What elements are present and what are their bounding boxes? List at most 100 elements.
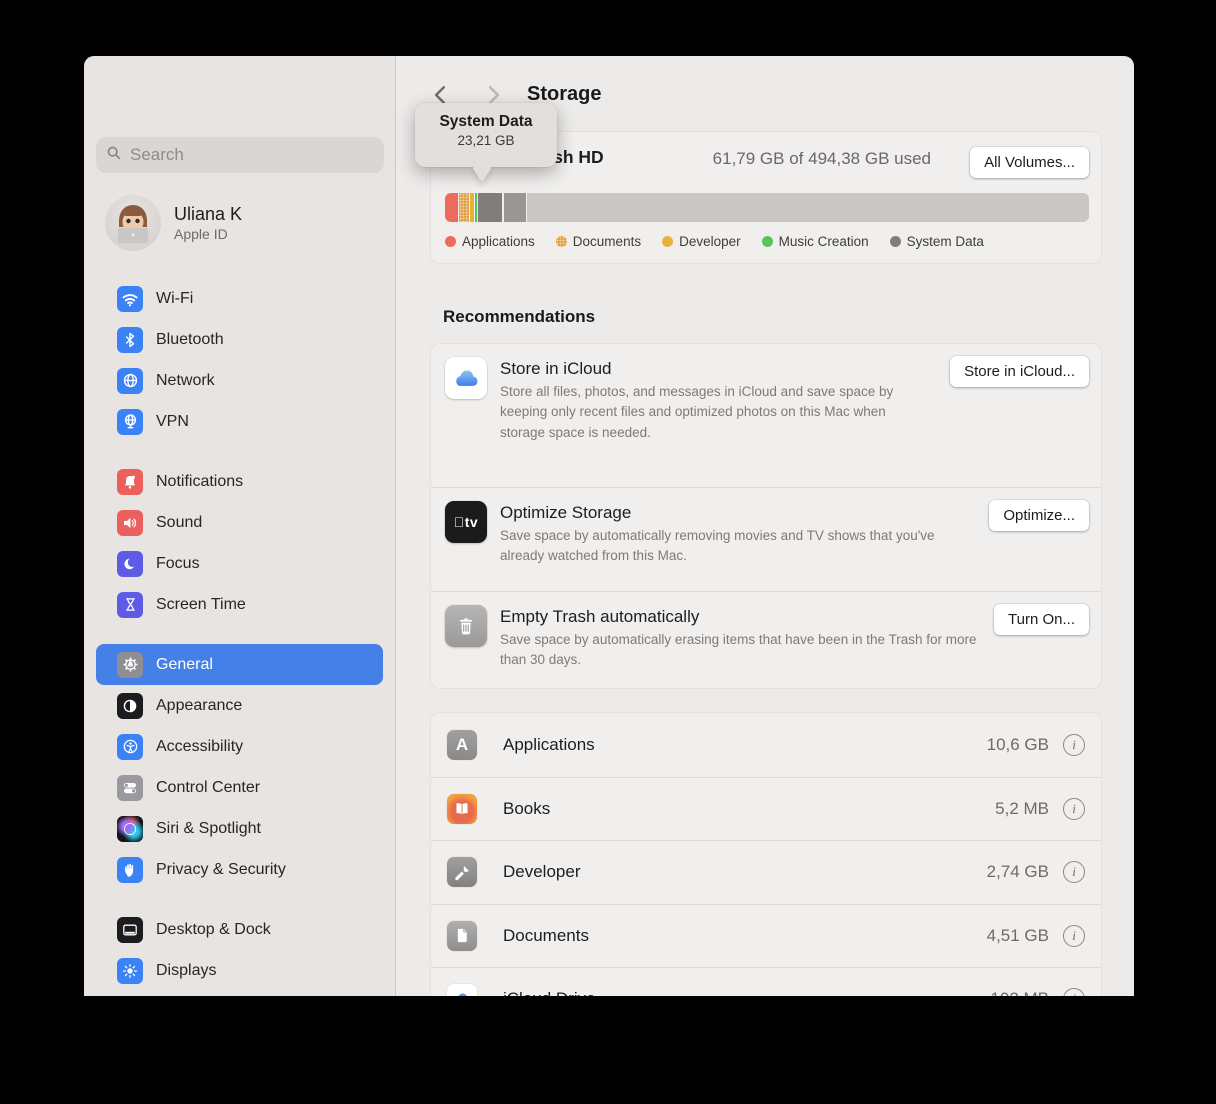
- optimize-button[interactable]: Optimize...: [989, 500, 1089, 531]
- legend-label: Developer: [679, 234, 741, 249]
- sidebar-item-label: Notifications: [156, 473, 243, 491]
- globe-icon: [117, 368, 143, 394]
- sidebar-item-network[interactable]: Network: [96, 360, 383, 401]
- legend-item: Developer: [662, 234, 741, 249]
- storage-segment-applications[interactable]: [445, 193, 458, 222]
- all-volumes-button[interactable]: All Volumes...: [970, 147, 1089, 178]
- sidebar-item-general[interactable]: General: [96, 644, 383, 685]
- sidebar-item-label: Screen Time: [156, 596, 246, 614]
- usage-summary: 61,79 GB of 494,38 GB used: [713, 149, 931, 169]
- app-store-icon: A: [447, 730, 477, 760]
- storage-segment-other[interactable]: [504, 193, 526, 222]
- legend-dot-applications: [445, 236, 456, 247]
- category-label: iCloud Drive: [503, 989, 596, 996]
- storage-segment-music-creation[interactable]: [475, 193, 477, 222]
- category-row-developer[interactable]: Developer 2,74 GB i: [431, 840, 1101, 904]
- category-size: 4,51 GB: [987, 926, 1049, 946]
- category-row-documents[interactable]: Documents 4,51 GB i: [431, 904, 1101, 968]
- search-field[interactable]: [96, 137, 384, 173]
- category-label: Documents: [503, 926, 589, 946]
- sidebar-item-appearance[interactable]: Appearance: [96, 685, 383, 726]
- sidebar-item-label: General: [156, 656, 213, 674]
- user-subtitle: Apple ID: [174, 225, 242, 243]
- recommendation-description: Save space by automatically removing mov…: [500, 526, 945, 567]
- category-label: Applications: [503, 735, 595, 755]
- brightness-icon: [117, 958, 143, 984]
- user-name: Uliana K: [174, 203, 242, 225]
- category-size: 5,2 MB: [995, 799, 1049, 819]
- legend-item: Music Creation: [762, 234, 869, 249]
- store-in-icloud-button[interactable]: Store in iCloud...: [950, 356, 1089, 387]
- hand-icon: [117, 857, 143, 883]
- sidebar-item-label: Accessibility: [156, 738, 243, 756]
- search-input[interactable]: [128, 144, 374, 166]
- legend-dot-music-creation: [762, 236, 773, 247]
- legend-item: Documents: [556, 234, 641, 249]
- sidebar-item-accessibility[interactable]: Accessibility: [96, 726, 383, 767]
- trash-icon: [445, 605, 487, 647]
- apple-id-row[interactable]: Uliana K Apple ID: [105, 195, 242, 251]
- vpn-globe-icon: [117, 409, 143, 435]
- storage-segment-free[interactable]: [527, 193, 1089, 222]
- sidebar-item-label: Bluetooth: [156, 331, 224, 349]
- category-row-icloud-drive[interactable]: iCloud Drive 102 MB i: [431, 967, 1101, 996]
- legend-item: Applications: [445, 234, 535, 249]
- desktop-background: Uliana K Apple ID Wi-Fi Bluetooth: [0, 0, 1216, 1104]
- legend-label: Applications: [462, 234, 535, 249]
- sidebar-item-displays[interactable]: Displays: [96, 950, 383, 991]
- sidebar-item-label: Focus: [156, 555, 200, 573]
- category-label: Books: [503, 799, 550, 819]
- info-button[interactable]: i: [1063, 861, 1085, 883]
- sidebar-item-label: VPN: [156, 413, 189, 431]
- tooltip-title: System Data: [415, 113, 557, 131]
- categories-card: A Applications 10,6 GB i Books 5,2 MB i …: [430, 712, 1102, 996]
- search-icon: [106, 145, 122, 166]
- books-icon: [447, 794, 477, 824]
- control-center-icon: [117, 775, 143, 801]
- sidebar-item-siri-spotlight[interactable]: Siri & Spotlight: [96, 808, 383, 849]
- gear-icon: [117, 652, 143, 678]
- legend-label: System Data: [907, 234, 984, 249]
- info-button[interactable]: i: [1063, 988, 1085, 996]
- accessibility-icon: [117, 734, 143, 760]
- category-row-books[interactable]: Books 5,2 MB i: [431, 777, 1101, 841]
- appearance-icon: [117, 693, 143, 719]
- sidebar-item-focus[interactable]: Focus: [96, 543, 383, 584]
- sidebar-item-sound[interactable]: Sound: [96, 502, 383, 543]
- wifi-icon: [117, 286, 143, 312]
- sidebar-item-privacy-security[interactable]: Privacy & Security: [96, 849, 383, 890]
- legend-dot-developer: [662, 236, 673, 247]
- sidebar-item-vpn[interactable]: VPN: [96, 401, 383, 442]
- sidebar-item-label: Sound: [156, 514, 202, 532]
- sidebar-item-desktop-dock[interactable]: Desktop & Dock: [96, 909, 383, 950]
- category-row-applications[interactable]: A Applications 10,6 GB i: [431, 713, 1101, 777]
- avatar: [105, 195, 161, 251]
- sidebar-item-label: Network: [156, 372, 215, 390]
- sidebar-item-screen-time[interactable]: Screen Time: [96, 584, 383, 625]
- sidebar-item-control-center[interactable]: Control Center: [96, 767, 383, 808]
- sidebar-item-wifi[interactable]: Wi-Fi: [96, 278, 383, 319]
- info-button[interactable]: i: [1063, 798, 1085, 820]
- hammer-icon: [447, 857, 477, 887]
- category-size: 102 MB: [990, 989, 1049, 996]
- icloud-drive-icon: [447, 984, 477, 996]
- legend-dot-documents: [556, 236, 567, 247]
- turn-on-button[interactable]: Turn On...: [994, 604, 1089, 635]
- sidebar-item-label: Siri & Spotlight: [156, 820, 261, 838]
- info-button[interactable]: i: [1063, 925, 1085, 947]
- content-pane: Storage Macintosh HD 61,79 GB of 494,38 …: [396, 56, 1134, 996]
- sidebar-item-label: Displays: [156, 962, 216, 980]
- sidebar-item-bluetooth[interactable]: Bluetooth: [96, 319, 383, 360]
- category-size: 10,6 GB: [987, 735, 1049, 755]
- info-button[interactable]: i: [1063, 734, 1085, 756]
- recommendations-card: Store in iCloud Store all files, photos,…: [430, 343, 1102, 689]
- apple-tv-icon: tv: [445, 501, 487, 543]
- storage-segment-developer[interactable]: [470, 193, 474, 222]
- legend-item: System Data: [890, 234, 984, 249]
- storage-segment-system-data[interactable]: [478, 193, 502, 222]
- storage-segment-documents[interactable]: [459, 193, 469, 222]
- document-icon: [447, 921, 477, 951]
- sidebar-item-notifications[interactable]: Notifications: [96, 461, 383, 502]
- bluetooth-icon: [117, 327, 143, 353]
- sidebar-item-label: Desktop & Dock: [156, 921, 271, 939]
